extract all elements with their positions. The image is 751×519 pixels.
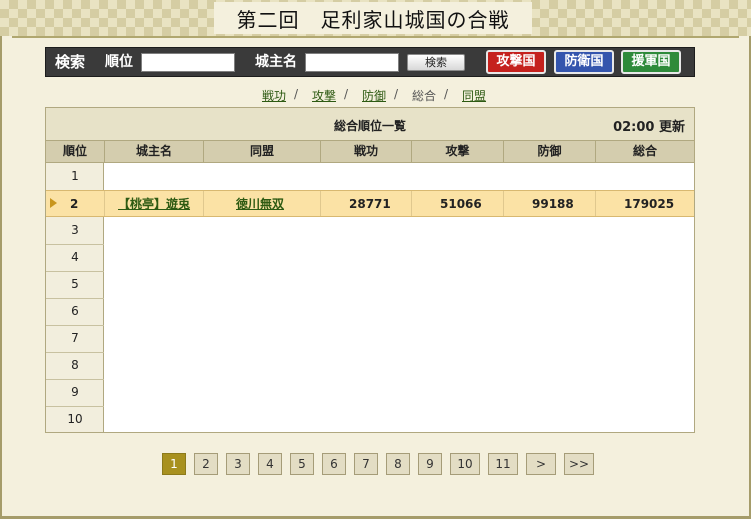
page-1-button[interactable]: 1 bbox=[162, 453, 186, 475]
page-4-button[interactable]: 4 bbox=[258, 453, 282, 475]
pagination: 1 2 3 4 5 6 7 8 9 10 11 > >> bbox=[0, 453, 751, 475]
update-time: 02:00 bbox=[613, 120, 655, 135]
rank-number: 3 bbox=[71, 223, 79, 237]
search-bar: 検索 順位 城主名 検索 攻撃国 防衛国 援軍国 bbox=[45, 47, 695, 77]
alliance-cell: 徳川無双 bbox=[203, 191, 320, 216]
highlight-row: 2 【桃亭】遊兎 徳川無双 28771 51066 99188 179025 bbox=[46, 190, 694, 217]
table-row: 7 bbox=[46, 325, 694, 352]
attack-cell: 51066 bbox=[411, 191, 503, 216]
alliance-name-link[interactable]: 徳川無双 bbox=[236, 195, 284, 212]
lord-label: 城主名 bbox=[255, 54, 297, 70]
col-total: 総合 bbox=[595, 141, 694, 162]
ranking-tabs: 戦功 / 攻撃 / 防御 / 総合 / 同盟 bbox=[0, 87, 751, 103]
table-title: 総合順位一覧 bbox=[333, 119, 406, 133]
table-row: 5 bbox=[46, 271, 694, 298]
rank-number: 5 bbox=[71, 277, 79, 291]
page-3-button[interactable]: 3 bbox=[226, 453, 250, 475]
title-box: 第二回 足利家山城国の合戦 bbox=[214, 2, 532, 34]
tab-merit[interactable]: 戦功 bbox=[262, 87, 286, 104]
page-10-button[interactable]: 10 bbox=[450, 453, 480, 475]
tab-alliance[interactable]: 同盟 bbox=[462, 87, 486, 104]
tab-defense[interactable]: 防御 bbox=[362, 87, 386, 104]
col-defense: 防御 bbox=[503, 141, 595, 162]
tab-separator: / bbox=[294, 87, 299, 101]
col-merit: 戦功 bbox=[320, 141, 411, 162]
defense-country-button[interactable]: 防衛国 bbox=[554, 50, 614, 74]
col-rank: 順位 bbox=[62, 144, 87, 158]
rank-number: 2 bbox=[70, 197, 79, 211]
search-title: 検索 bbox=[55, 53, 86, 71]
table-row: 3 bbox=[46, 217, 694, 244]
rank-number: 7 bbox=[71, 331, 79, 345]
ranking-table: 総合順位一覧 02:00 更新 順位 城主名 同盟 戦功 攻撃 防御 総合 1 … bbox=[45, 107, 695, 433]
rank-number: 9 bbox=[71, 385, 79, 399]
defense-value: 99188 bbox=[532, 197, 574, 211]
rank-input[interactable] bbox=[141, 53, 235, 72]
rank-label: 順位 bbox=[105, 54, 133, 70]
table-title-bar: 総合順位一覧 02:00 更新 bbox=[46, 108, 694, 140]
page-11-button[interactable]: 11 bbox=[488, 453, 518, 475]
attack-country-button[interactable]: 攻撃国 bbox=[486, 50, 546, 74]
tab-separator: / bbox=[344, 87, 349, 101]
table-header: 順位 城主名 同盟 戦功 攻撃 防御 総合 bbox=[46, 140, 694, 163]
page-2-button[interactable]: 2 bbox=[194, 453, 218, 475]
next-page-button[interactable]: > bbox=[526, 453, 556, 475]
defense-cell: 99188 bbox=[503, 191, 595, 216]
rank-number: 4 bbox=[71, 250, 79, 264]
page-9-button[interactable]: 9 bbox=[418, 453, 442, 475]
triangle-right-icon bbox=[50, 198, 57, 208]
total-cell: 179025 bbox=[595, 191, 694, 216]
rank-number: 8 bbox=[71, 358, 79, 372]
header-divider bbox=[12, 36, 739, 38]
rank-number: 1 bbox=[71, 169, 79, 183]
col-alliance: 同盟 bbox=[203, 141, 320, 162]
table-row: 9 bbox=[46, 379, 694, 406]
rank-number: 10 bbox=[67, 412, 83, 426]
search-button[interactable]: 検索 bbox=[407, 54, 465, 71]
col-lord: 城主名 bbox=[104, 141, 203, 162]
table-row: 1 bbox=[46, 163, 694, 190]
col-attack: 攻撃 bbox=[411, 141, 503, 162]
table-row: 4 bbox=[46, 244, 694, 271]
page-7-button[interactable]: 7 bbox=[354, 453, 378, 475]
total-value: 179025 bbox=[624, 197, 675, 211]
page-6-button[interactable]: 6 bbox=[322, 453, 346, 475]
page-title: 第二回 足利家山城国の合戦 bbox=[236, 7, 510, 32]
merit-value: 28771 bbox=[349, 197, 391, 211]
lord-cell: 【桃亭】遊兎 bbox=[104, 191, 203, 216]
rank-number: 6 bbox=[71, 304, 79, 318]
lord-input[interactable] bbox=[305, 53, 399, 72]
page-5-button[interactable]: 5 bbox=[290, 453, 314, 475]
table-row-highlight: 2 【桃亭】遊兎 徳川無双 28771 51066 99188 179025 bbox=[46, 190, 694, 217]
tab-separator: / bbox=[444, 87, 449, 101]
page-8-button[interactable]: 8 bbox=[386, 453, 410, 475]
update-info: 02:00 更新 bbox=[613, 116, 685, 135]
tab-attack[interactable]: 攻撃 bbox=[312, 87, 336, 104]
attack-value: 51066 bbox=[440, 197, 482, 211]
table-row: 8 bbox=[46, 352, 694, 379]
table-row: 6 bbox=[46, 298, 694, 325]
support-country-button[interactable]: 援軍国 bbox=[621, 50, 681, 74]
table-row: 10 bbox=[46, 406, 694, 433]
tab-total[interactable]: 総合 bbox=[412, 87, 436, 104]
last-page-button[interactable]: >> bbox=[564, 453, 594, 475]
merit-cell: 28771 bbox=[320, 191, 411, 216]
lord-name-link[interactable]: 【桃亭】遊兎 bbox=[118, 195, 190, 212]
tab-separator: / bbox=[394, 87, 399, 101]
update-label: 更新 bbox=[658, 120, 685, 135]
